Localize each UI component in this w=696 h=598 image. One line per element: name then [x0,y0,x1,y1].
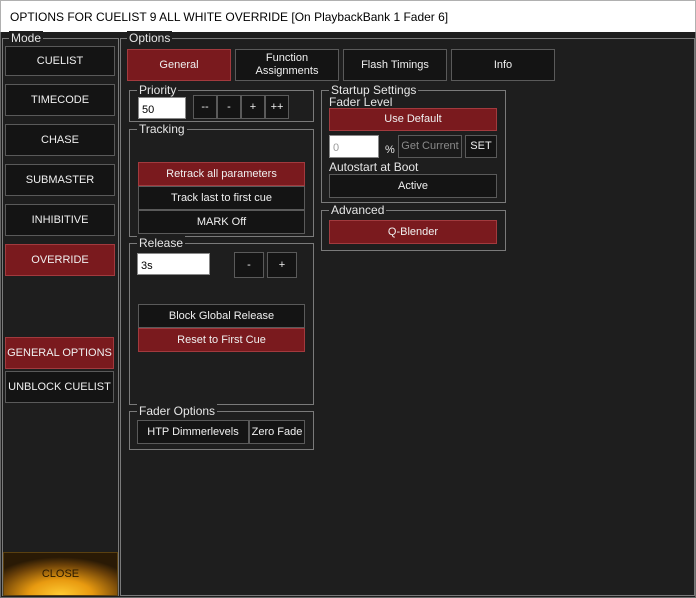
tab-flash-timings[interactable]: Flash Timings [343,49,447,81]
priority-dec-button[interactable]: - [217,95,241,119]
tab-general[interactable]: General [127,49,231,81]
track-last-to-first-cue-button[interactable]: Track last to first cue [138,186,305,210]
fader-level-label: Fader Level [329,95,393,109]
release-inc-button[interactable]: + [267,252,297,278]
release-time-input[interactable] [137,253,210,275]
htp-dimmerlevels-button[interactable]: HTP Dimmerlevels [137,420,249,444]
set-button[interactable]: SET [465,135,497,158]
priority-inc-big-button[interactable]: ++ [265,95,289,119]
mode-inhibitive-button[interactable]: INHIBITIVE [5,204,115,236]
tab-function-assignments[interactable]: Function Assignments [235,49,339,81]
mode-legend: Mode [9,31,44,45]
autostart-at-boot-label: Autostart at Boot [329,160,419,174]
priority-inc-button[interactable]: + [241,95,265,119]
priority-input[interactable] [138,97,186,119]
mode-override-button[interactable]: OVERRIDE [5,244,115,276]
percent-label: % [385,144,395,156]
fader-options-legend: Fader Options [137,404,218,418]
mode-submaster-button[interactable]: SUBMASTER [5,164,115,196]
mode-cuelist-button[interactable]: CUELIST [5,46,115,76]
release-dec-button[interactable]: - [234,252,264,278]
reset-to-first-cue-button[interactable]: Reset to First Cue [138,328,305,352]
mode-chase-button[interactable]: CHASE [5,124,115,156]
mark-off-button[interactable]: MARK Off [138,210,305,234]
tracking-legend: Tracking [137,122,187,136]
get-current-button[interactable]: Get Current [398,135,462,158]
mode-timecode-button[interactable]: TIMECODE [5,84,115,116]
fader-level-input[interactable] [329,135,379,158]
close-button[interactable]: CLOSE [3,552,118,596]
zero-fade-button[interactable]: Zero Fade [249,420,305,444]
mode-group: Mode [2,31,119,596]
general-options-button[interactable]: GENERAL OPTIONS [5,337,114,369]
release-legend: Release [137,236,186,250]
unblock-cuelist-button[interactable]: UNBLOCK CUELIST [5,371,114,403]
tab-info[interactable]: Info [451,49,555,81]
priority-legend: Priority [137,83,179,97]
block-global-release-button[interactable]: Block Global Release [138,304,305,328]
advanced-legend: Advanced [329,203,387,217]
window-title: OPTIONS FOR CUELIST 9 ALL WHITE OVERRIDE… [0,0,696,32]
retrack-all-parameters-button[interactable]: Retrack all parameters [138,162,305,186]
options-legend: Options [127,31,173,45]
options-dialog: Mode CUELIST TIMECODE CHASE SUBMASTER IN… [0,31,696,598]
use-default-button[interactable]: Use Default [329,108,497,131]
autostart-active-button[interactable]: Active [329,174,497,198]
priority-dec-big-button[interactable]: -- [193,95,217,119]
q-blender-button[interactable]: Q-Blender [329,220,497,244]
